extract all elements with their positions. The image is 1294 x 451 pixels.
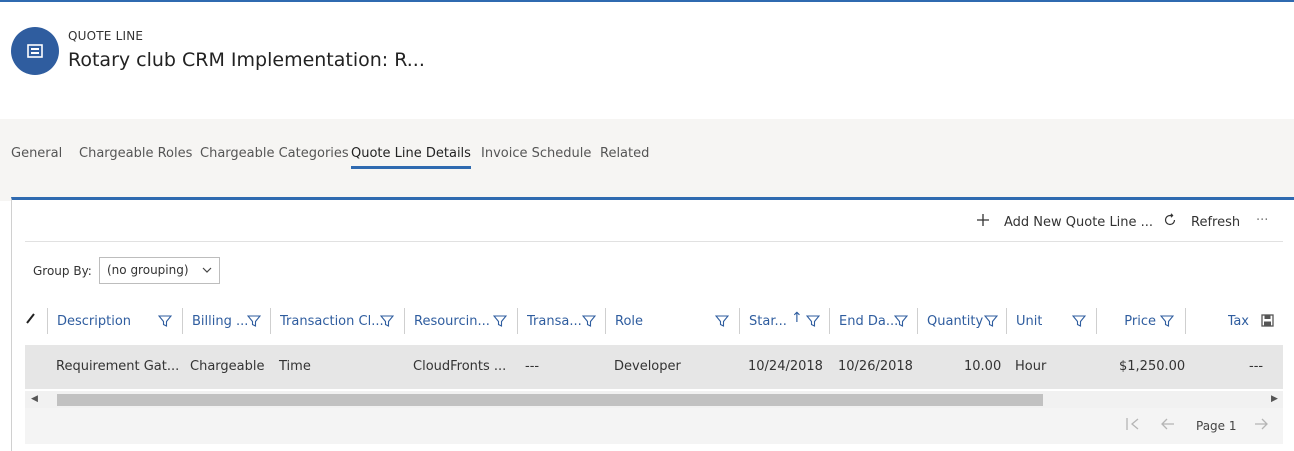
filter-icon[interactable]	[806, 314, 820, 328]
edit-column-icon[interactable]	[25, 311, 37, 329]
chevron-down-icon	[201, 264, 213, 279]
column-header-unit[interactable]: Unit	[1006, 308, 1092, 334]
refresh-icon	[1163, 213, 1177, 231]
cell-end-date: 10/26/2018	[838, 359, 913, 374]
table-row[interactable]: Requirement Gat... Chargeable Time Cloud…	[25, 345, 1283, 389]
plus-icon	[976, 213, 990, 231]
column-header-end-date[interactable]: End Da...	[829, 308, 913, 334]
cell-billing: Chargeable	[190, 359, 265, 374]
group-by-dropdown[interactable]: (no grouping)	[99, 257, 220, 284]
column-header-transaction[interactable]: Transa...	[517, 308, 597, 334]
cell-resourcing: CloudFronts ...	[413, 359, 507, 374]
cell-tax: ---	[1249, 359, 1264, 374]
next-page-icon[interactable]	[1253, 416, 1269, 437]
column-header-role[interactable]: Role	[605, 308, 730, 334]
add-new-quote-line-button[interactable]: Add New Quote Line ...	[976, 213, 1153, 231]
first-page-icon[interactable]	[1125, 416, 1141, 437]
column-header-tax[interactable]: Tax	[1185, 308, 1257, 334]
cell-transaction-class: Time	[279, 359, 311, 374]
record-header: QUOTE LINE Rotary club CRM Implementatio…	[0, 2, 1294, 119]
previous-page-icon[interactable]	[1160, 416, 1176, 437]
column-header-start-date[interactable]: Star... ↑	[739, 308, 824, 334]
cell-start-date: 10/24/2018	[748, 359, 823, 374]
pager: Page 1	[25, 408, 1283, 444]
sort-ascending-icon: ↑	[791, 310, 803, 326]
column-header-resourcing[interactable]: Resourcin...	[404, 308, 514, 334]
cell-role: Developer	[614, 359, 681, 374]
filter-icon[interactable]	[158, 314, 172, 328]
tab-chargeable-categories[interactable]: Chargeable Categories	[200, 146, 349, 161]
command-bar: Add New Quote Line ... Refresh ···	[25, 202, 1283, 242]
cell-quantity: 10.00	[964, 359, 1002, 374]
page-title: Rotary club CRM Implementation: R...	[68, 49, 425, 71]
filter-icon[interactable]	[894, 314, 908, 328]
scroll-right-icon[interactable]: ▶	[1271, 394, 1278, 404]
add-new-quote-line-label: Add New Quote Line ...	[1004, 214, 1154, 230]
page-number: Page 1	[1196, 419, 1237, 433]
filter-icon[interactable]	[984, 314, 998, 328]
refresh-label: Refresh	[1191, 214, 1241, 230]
cell-unit: Hour	[1015, 359, 1047, 374]
tab-quote-line-details[interactable]: Quote Line Details	[351, 146, 471, 169]
filter-icon[interactable]	[582, 314, 596, 328]
tab-chargeable-roles[interactable]: Chargeable Roles	[79, 146, 192, 161]
column-header-quantity[interactable]: Quantity	[917, 308, 1005, 334]
column-header-price[interactable]: Price	[1096, 308, 1184, 334]
cell-description: Requirement Gat...	[56, 359, 180, 374]
group-by-label: Group By:	[33, 264, 92, 278]
grid-header: Description Billing ... Transaction Cl..…	[25, 300, 1283, 342]
save-icon[interactable]	[1261, 314, 1274, 331]
tab-bar: General Chargeable Roles Chargeable Cate…	[0, 119, 1294, 201]
filter-icon[interactable]	[1072, 314, 1086, 328]
tab-general[interactable]: General	[11, 146, 62, 161]
group-by-value: (no grouping)	[107, 263, 189, 277]
column-header-description[interactable]: Description	[47, 308, 179, 334]
cell-price: $1,250.00	[1119, 359, 1186, 374]
filter-icon[interactable]	[1160, 314, 1174, 328]
filter-icon[interactable]	[247, 314, 261, 328]
filter-icon[interactable]	[715, 314, 729, 328]
filter-icon[interactable]	[380, 314, 394, 328]
horizontal-scrollbar[interactable]: ◀ ▶	[25, 391, 1283, 408]
tab-related[interactable]: Related	[600, 146, 649, 161]
scroll-left-icon[interactable]: ◀	[31, 394, 38, 404]
column-header-billing[interactable]: Billing ...	[182, 308, 268, 334]
cell-transaction: ---	[525, 359, 540, 374]
tab-invoice-schedule[interactable]: Invoice Schedule	[481, 146, 591, 161]
refresh-button[interactable]: Refresh	[1163, 213, 1240, 231]
scrollbar-thumb[interactable]	[57, 394, 1043, 406]
column-header-transaction-class[interactable]: Transaction Cl...	[270, 308, 400, 334]
entity-type-label: QUOTE LINE	[68, 29, 144, 43]
quote-line-icon	[11, 27, 59, 75]
more-commands-button[interactable]: ···	[1256, 213, 1268, 228]
filter-icon[interactable]	[493, 314, 507, 328]
